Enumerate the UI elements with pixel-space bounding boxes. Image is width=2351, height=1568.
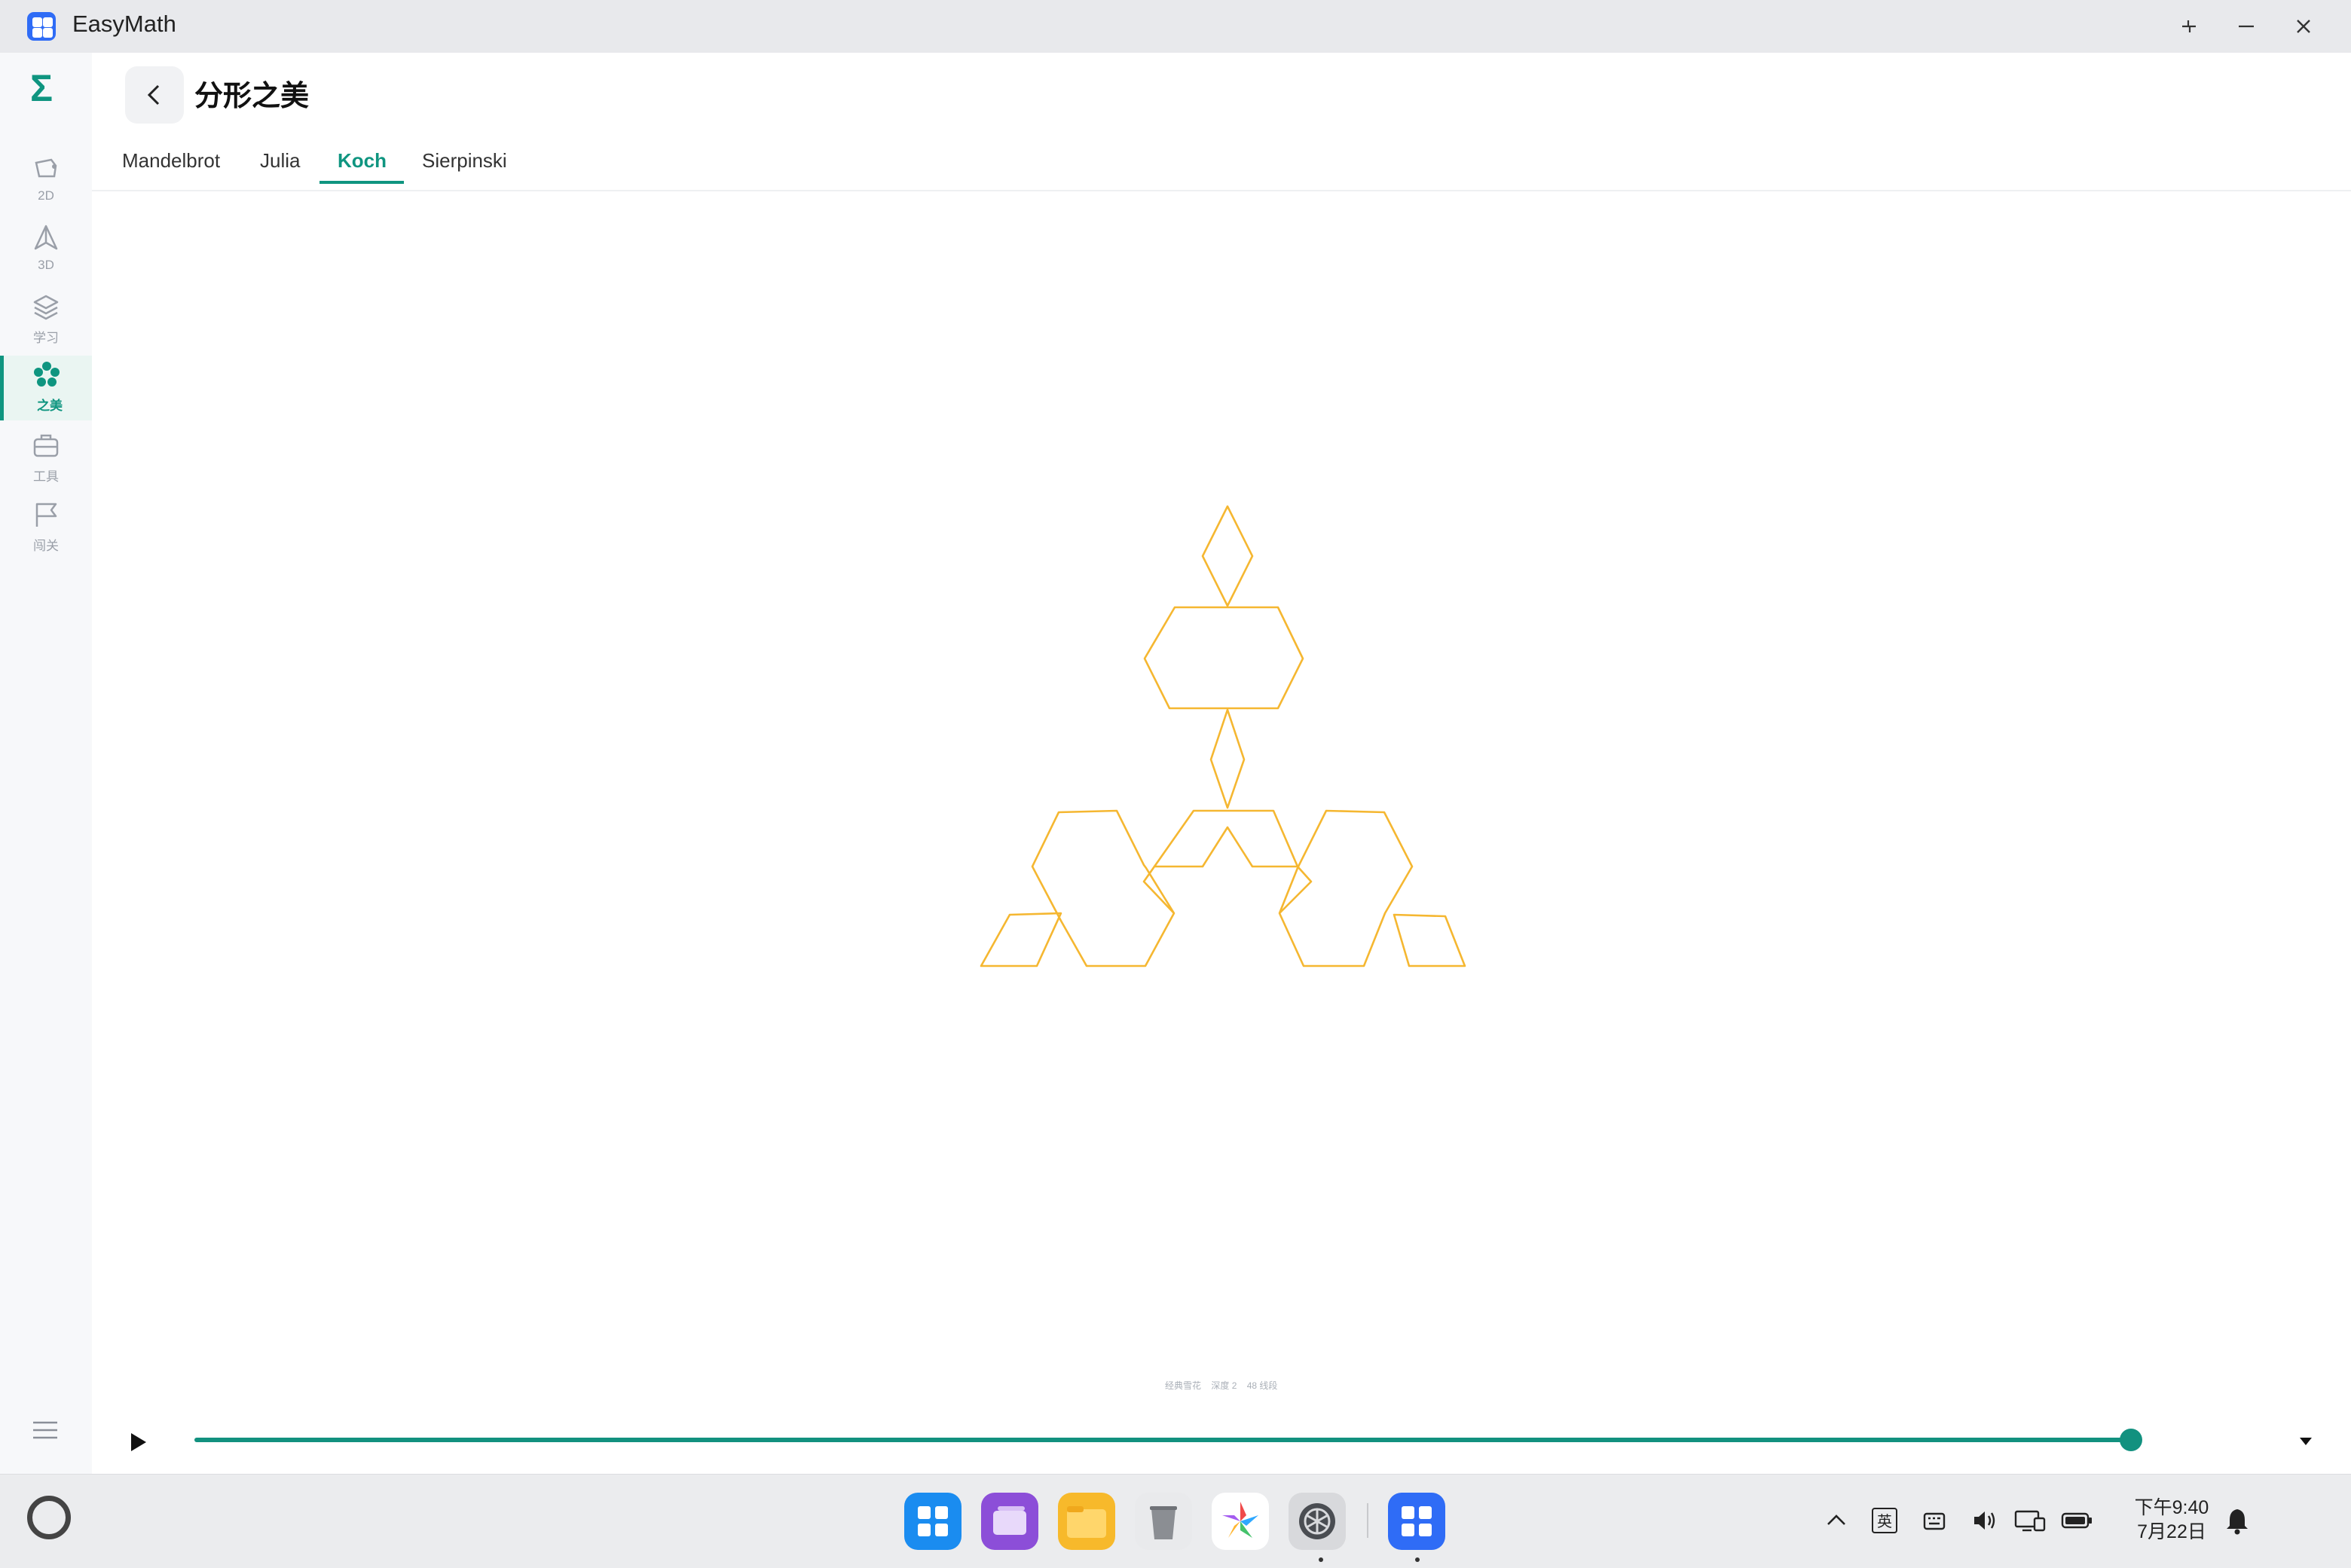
tab-sierpinski[interactable]: Sierpinski: [422, 149, 507, 173]
tab-mandelbrot[interactable]: Mandelbrot: [122, 149, 220, 173]
files-app-icon[interactable]: [1058, 1493, 1115, 1550]
keyboard-icon[interactable]: [1920, 1508, 1947, 1533]
progress-slider[interactable]: [194, 1438, 2131, 1442]
volume-icon[interactable]: [1971, 1508, 2000, 1533]
battery-icon[interactable]: [2060, 1508, 2093, 1533]
page-title: 分形之美: [194, 81, 310, 112]
menu-icon[interactable]: [30, 1415, 60, 1445]
play-icon[interactable]: [125, 1430, 149, 1454]
trash-app-icon[interactable]: [1135, 1493, 1192, 1550]
sidebar-item-label: 3D: [38, 258, 54, 272]
restore-icon[interactable]: [2176, 14, 2202, 39]
toolbox-icon: [33, 434, 59, 457]
app-logo: Σ: [30, 67, 54, 109]
multitask-app-icon[interactable]: [981, 1493, 1038, 1550]
tab-julia[interactable]: Julia: [260, 149, 300, 173]
minimize-icon[interactable]: [2233, 14, 2259, 39]
title-bar: EasyMath: [0, 0, 2351, 53]
shape-2d-icon: [35, 158, 57, 178]
fractal-canvas[interactable]: [92, 190, 2351, 1380]
active-tab-indicator: [319, 181, 404, 184]
caption-depth: 深度 2: [1211, 1380, 1237, 1391]
sidebar-item-challenge[interactable]: 闯关: [0, 496, 92, 561]
display-icon[interactable]: [2013, 1508, 2047, 1533]
launcher-app-icon[interactable]: [904, 1493, 961, 1550]
shape-3d-icon: [34, 225, 58, 250]
back-button[interactable]: [125, 66, 184, 124]
sidebar-item-label: 2D: [38, 188, 54, 203]
caption-preset: 经典雪花: [1165, 1380, 1202, 1391]
sidebar-item-2d[interactable]: 2D: [0, 149, 92, 214]
sidebar-item-learn[interactable]: 学习: [0, 288, 92, 353]
notification-bell-icon[interactable]: [2224, 1506, 2250, 1535]
dock-separator: [1367, 1503, 1368, 1538]
sidebar-item-beauty[interactable]: 之美: [0, 356, 92, 420]
koch-fractal: [980, 505, 1466, 967]
photos-app-icon[interactable]: [1212, 1493, 1269, 1550]
ime-indicator[interactable]: 英: [1872, 1508, 1897, 1533]
progress-fill: [194, 1438, 2131, 1442]
running-indicator: [1415, 1557, 1420, 1562]
tab-koch[interactable]: Koch: [338, 149, 387, 173]
sidebar-item-tools[interactable]: 工具: [0, 426, 92, 491]
app-icon: [27, 12, 56, 41]
fractal-caption: 经典雪花 深度 2 48 线段: [1165, 1379, 1285, 1392]
layers-icon: [33, 295, 59, 320]
clock[interactable]: 下午9:40 7月22日: [2126, 1496, 2217, 1544]
sidebar-item-3d[interactable]: 3D: [0, 219, 92, 283]
flag-icon: [35, 503, 57, 527]
clock-time: 下午9:40: [2134, 1497, 2209, 1518]
chevron-left-icon: [147, 84, 160, 105]
sidebar-item-label: 工具: [33, 469, 59, 484]
start-button[interactable]: [27, 1496, 71, 1539]
flower-icon: [34, 362, 60, 387]
easymath-app-icon[interactable]: [1388, 1493, 1445, 1550]
sidebar-item-label: 闯关: [33, 539, 59, 553]
progress-thumb[interactable]: [2120, 1429, 2142, 1451]
fractal-tabs: Mandelbrot Julia Koch Sierpinski: [92, 140, 2351, 191]
app-title: EasyMath: [72, 11, 176, 37]
sidebar-item-label: 学习: [33, 331, 59, 345]
taskbar: 英 下午9:40 7月22日: [0, 1474, 2351, 1568]
chevron-up-icon[interactable]: [1824, 1508, 1849, 1533]
sidebar-item-label: 之美: [37, 399, 63, 413]
close-icon[interactable]: [2291, 14, 2316, 39]
running-indicator: [1319, 1557, 1323, 1562]
chevron-down-icon[interactable]: [2295, 1430, 2316, 1451]
clock-date: 7月22日: [2137, 1521, 2206, 1542]
sidebar: Σ 2D 3D 学习 之美 工具 闯关: [0, 53, 92, 1474]
settings-app-icon[interactable]: [1289, 1493, 1346, 1550]
caption-segments: 48 线段: [1246, 1380, 1278, 1391]
